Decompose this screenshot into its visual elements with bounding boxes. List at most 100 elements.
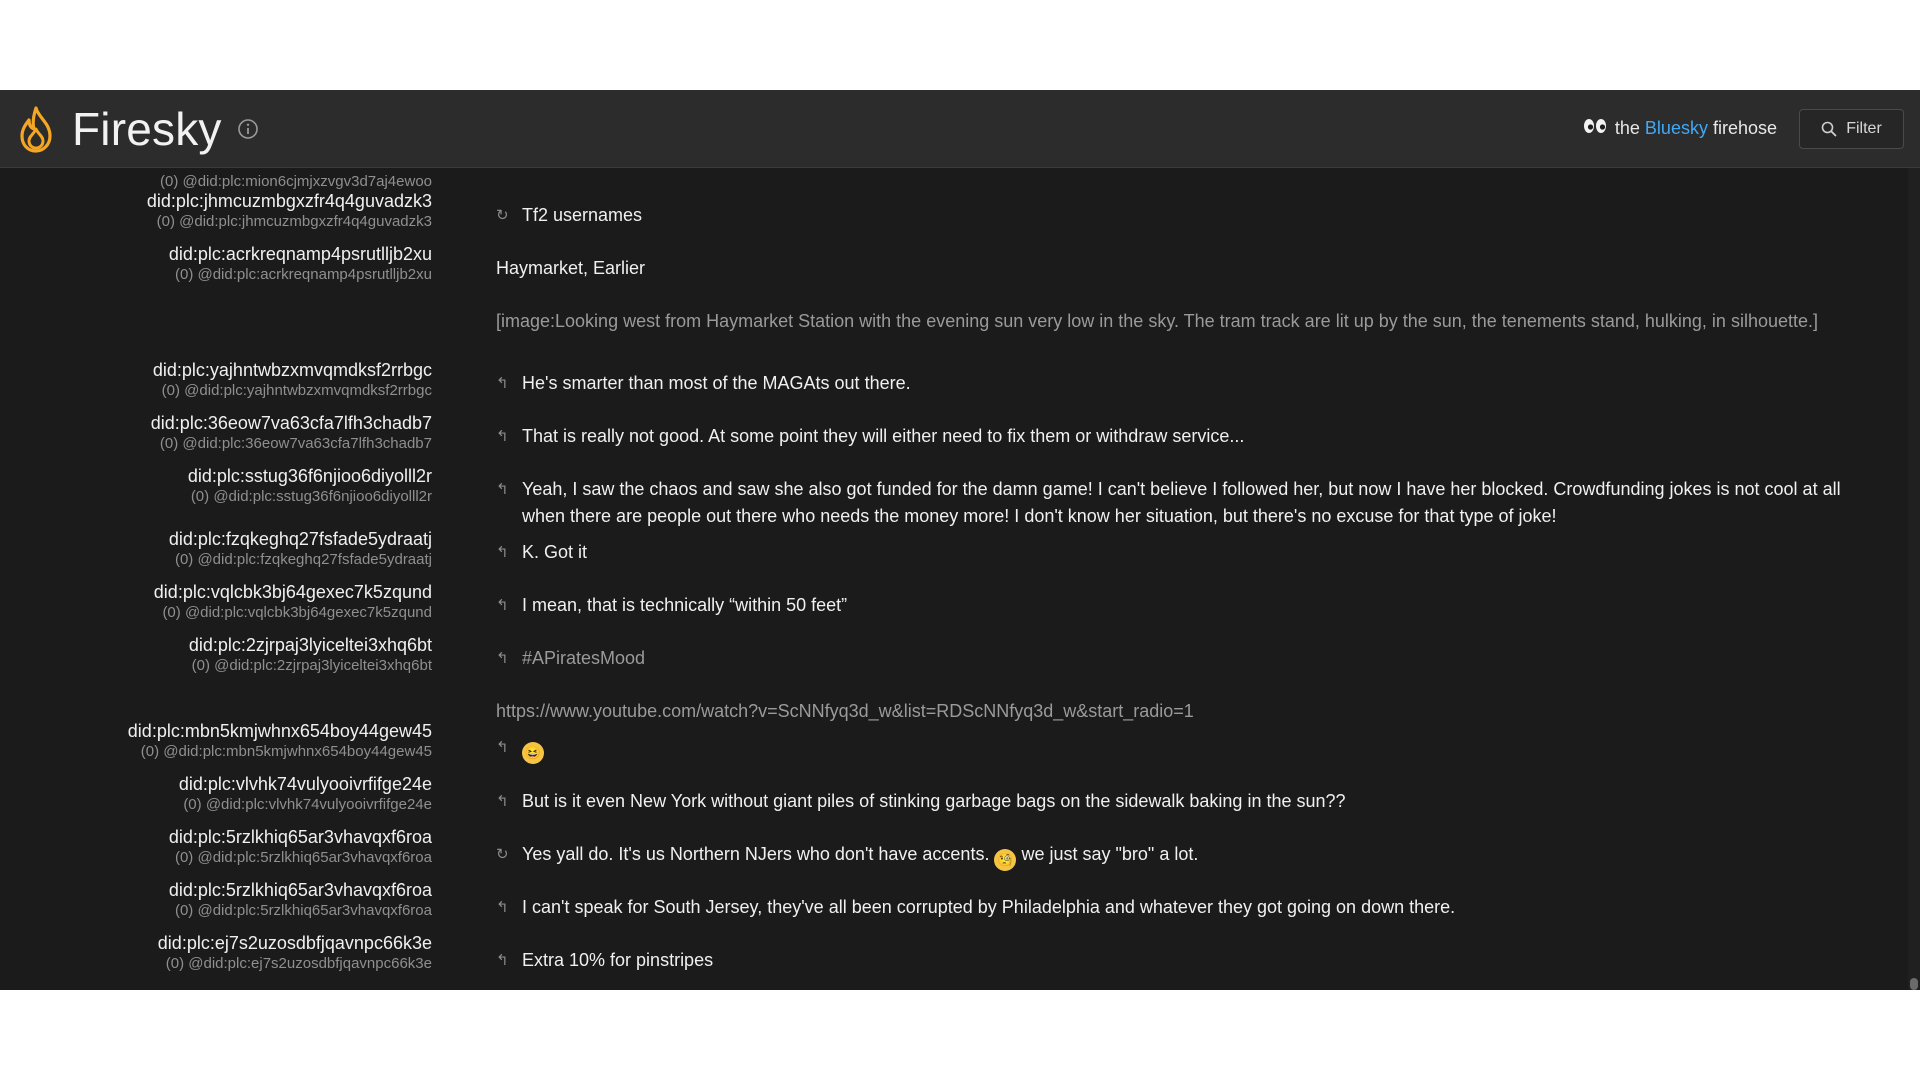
user-did: did:plc:acrkreqnamp4psrutlljb2xu — [168, 244, 432, 264]
user-handle: (0) @did:plc:mbn5kmjwhnx654boy44gew45 — [140, 743, 432, 760]
user-entry[interactable]: did:plc:fzqkeghq27fsfade5ydraatj (0) @di… — [169, 528, 432, 570]
repost-icon: ↻ — [496, 846, 509, 863]
reply-icon: ↰ — [496, 793, 509, 810]
user-did: did:plc:jhmcuzmbgxzfr4q4guvadzk3 — [146, 191, 432, 211]
feed-post[interactable]: https://www.youtube.com/watch?v=ScNNfyq3… — [496, 698, 1881, 725]
post-text: I can't speak for South Jersey, they've … — [522, 897, 1456, 917]
repost-icon: ↻ — [496, 207, 509, 224]
eyes-icon — [1583, 118, 1607, 139]
user-did: did:plc:5rzlkhiq65ar3vhavqxf6roa — [168, 827, 432, 847]
feed-post[interactable]: ↻ Yes yall do. It's us Northern NJers wh… — [496, 841, 1881, 871]
user-did: did:plc:5rzlkhiq65ar3vhavqxf6roa — [168, 880, 432, 900]
post-text: [image:Looking west from Haymarket Stati… — [496, 311, 1818, 331]
user-handle: (0) @did:plc:jhmcuzmbgxzfr4q4guvadzk3 — [156, 213, 432, 230]
reply-icon: ↰ — [496, 544, 509, 561]
tagline: the Bluesky firehose — [1583, 118, 1777, 139]
reply-icon: ↰ — [496, 481, 509, 498]
user-did: did:plc:vqlcbk3bj64gexec7k5zqund — [153, 582, 432, 602]
feed-post[interactable]: ↰ #APiratesMood — [496, 645, 1881, 672]
tagline-pre: the — [1614, 118, 1640, 138]
user-did: did:plc:yajhntwbzxmvqmdksf2rrbgc — [152, 360, 432, 380]
monocle-emoji-icon: 🧐 — [994, 849, 1017, 871]
user-handle: (0) @did:plc:vlvhk74vulyooivrfifge24e — [183, 796, 432, 813]
user-entry[interactable]: did:plc:vqlcbk3bj64gexec7k5zqund (0) @di… — [154, 581, 432, 623]
header-right: the Bluesky firehose Filter — [1583, 108, 1904, 149]
user-entry[interactable]: did:plc:5rzlkhiq65ar3vhavqxf6roa (0) @di… — [169, 879, 432, 921]
user-handle: (0) @did:plc:acrkreqnamp4psrutlljb2xu — [174, 266, 432, 283]
scrollbar-thumb[interactable] — [1910, 978, 1918, 990]
post-text: Yes yall do. It's us Northern NJers who … — [522, 844, 990, 864]
feed-post[interactable]: ↰ That is really not good. At some point… — [496, 423, 1881, 450]
reply-icon: ↰ — [496, 739, 509, 756]
user-handle: (0) @did:plc:fzqkeghq27fsfade5ydraatj — [174, 551, 432, 568]
user-entry[interactable]: did:plc:jhmcuzmbgxzfr4q4guvadzk3 (0) @di… — [147, 190, 432, 232]
user-did: did:plc:fzqkeghq27fsfade5ydraatj — [168, 529, 432, 549]
feed-post[interactable]: ↰ I mean, that is technically “within 50… — [496, 592, 1881, 619]
brand[interactable]: Firesky — [16, 90, 260, 168]
post-link[interactable]: https://www.youtube.com/watch?v=ScNNfyq3… — [496, 698, 1881, 725]
feed-post[interactable]: ↰ Extra 10% for pinstripes — [496, 947, 1881, 974]
user-entry[interactable]: (0) @did:plc:mion6cjmjxzvgv3d7aj4ewoo — [160, 168, 432, 192]
app-title: Firesky — [72, 102, 222, 155]
user-did: did:plc:vlvhk74vulyooivrfifge24e — [178, 774, 432, 794]
user-entry[interactable]: did:plc:mbn5kmjwhnx654boy44gew45 (0) @di… — [128, 720, 432, 762]
user-entry[interactable]: did:plc:yajhntwbzxmvqmdksf2rrbgc (0) @di… — [153, 359, 432, 401]
screen: Firesky the Bluesky firehose Filter (0) … — [0, 0, 1920, 1080]
feed-post[interactable]: ↰ K. Got it — [496, 539, 1881, 566]
post-text: Haymarket, Earlier — [496, 258, 646, 278]
user-list: (0) @did:plc:mion6cjmjxzvgv3d7aj4ewoo di… — [0, 168, 450, 990]
tagline-post: firehose — [1712, 118, 1777, 138]
post-text: Extra 10% for pinstripes — [522, 950, 714, 970]
user-handle: (0) @did:plc:vqlcbk3bj64gexec7k5zqund — [162, 604, 432, 621]
feed-post[interactable]: Haymarket, Earlier — [496, 255, 1881, 282]
user-entry[interactable]: did:plc:36eow7va63cfa7lfh3chadb7 (0) @di… — [151, 412, 432, 454]
info-icon[interactable] — [236, 117, 260, 141]
post-text: He's smarter than most of the MAGAts out… — [522, 373, 911, 393]
user-entry[interactable]: did:plc:2zjrpaj3lyiceltei3xhq6bt (0) @di… — [189, 634, 432, 676]
reply-icon: ↰ — [496, 650, 509, 667]
reply-icon: ↰ — [496, 597, 509, 614]
user-handle: (0) @did:plc:mion6cjmjxzvgv3d7aj4ewoo — [159, 173, 432, 190]
firesky-app: Firesky the Bluesky firehose Filter (0) … — [0, 90, 1920, 990]
filter-button[interactable]: Filter — [1799, 108, 1904, 149]
feed-post[interactable]: ↰ I can't speak for South Jersey, they'v… — [496, 894, 1881, 921]
user-handle: (0) @did:plc:5rzlkhiq65ar3vhavqxf6roa — [174, 902, 432, 919]
filter-label: Filter — [1846, 119, 1882, 137]
user-did: did:plc:sstug36f6njioo6diyolll2r — [187, 466, 432, 486]
feed-post[interactable]: ↰ Yeah, I saw the chaos and saw she also… — [496, 476, 1881, 530]
post-text: Yeah, I saw the chaos and saw she also g… — [522, 479, 1841, 526]
feed-scrollbar[interactable] — [1908, 168, 1920, 990]
reply-icon: ↰ — [496, 899, 509, 916]
post-text: Tf2 usernames — [522, 205, 643, 225]
flame-logo-icon — [20, 105, 52, 153]
user-did: did:plc:36eow7va63cfa7lfh3chadb7 — [150, 413, 432, 433]
reply-icon: ↰ — [496, 375, 509, 392]
feed-post[interactable]: ↰ 😆 — [496, 734, 1881, 764]
post-text: we just say "bro" a lot. — [1021, 844, 1199, 864]
user-entry[interactable]: did:plc:ej7s2uzosdbfjqavnpc66k3e (0) @di… — [158, 932, 432, 974]
user-did: did:plc:mbn5kmjwhnx654boy44gew45 — [127, 721, 432, 741]
user-handle: (0) @did:plc:sstug36f6njioo6diyolll2r — [190, 488, 432, 505]
post-text: I mean, that is technically “within 50 f… — [522, 595, 848, 615]
feed-post[interactable]: ↰ He's smarter than most of the MAGAts o… — [496, 370, 1881, 397]
post-feed: ↻ Tf2 usernames Haymarket, Earlier [imag… — [496, 168, 1896, 990]
user-entry[interactable]: did:plc:vlvhk74vulyooivrfifge24e (0) @di… — [179, 773, 432, 815]
feed-post[interactable]: ↻ Tf2 usernames — [496, 202, 1881, 229]
user-handle: (0) @did:plc:yajhntwbzxmvqmdksf2rrbgc — [161, 382, 432, 399]
laughing-emoji-icon: 😆 — [522, 742, 544, 764]
hashtag-link[interactable]: #APiratesMood — [522, 645, 1881, 672]
user-entry[interactable]: did:plc:sstug36f6njioo6diyolll2r (0) @di… — [188, 465, 432, 507]
user-handle: (0) @did:plc:ej7s2uzosdbfjqavnpc66k3e — [165, 955, 432, 972]
user-entry[interactable]: did:plc:5rzlkhiq65ar3vhavqxf6roa (0) @di… — [169, 826, 432, 868]
user-handle: (0) @did:plc:5rzlkhiq65ar3vhavqxf6roa — [174, 849, 432, 866]
user-did: did:plc:ej7s2uzosdbfjqavnpc66k3e — [157, 933, 432, 953]
user-did: did:plc:2zjrpaj3lyiceltei3xhq6bt — [188, 635, 432, 655]
post-text: That is really not good. At some point t… — [522, 426, 1245, 446]
bluesky-link[interactable]: Bluesky — [1645, 118, 1708, 139]
post-text: K. Got it — [522, 542, 588, 562]
feed-post[interactable]: ↰ But is it even New York without giant … — [496, 788, 1881, 815]
feed-post[interactable]: [image:Looking west from Haymarket Stati… — [496, 308, 1881, 335]
reply-icon: ↰ — [496, 952, 509, 969]
user-entry[interactable]: did:plc:acrkreqnamp4psrutlljb2xu (0) @di… — [169, 243, 432, 285]
search-icon — [1821, 121, 1837, 136]
